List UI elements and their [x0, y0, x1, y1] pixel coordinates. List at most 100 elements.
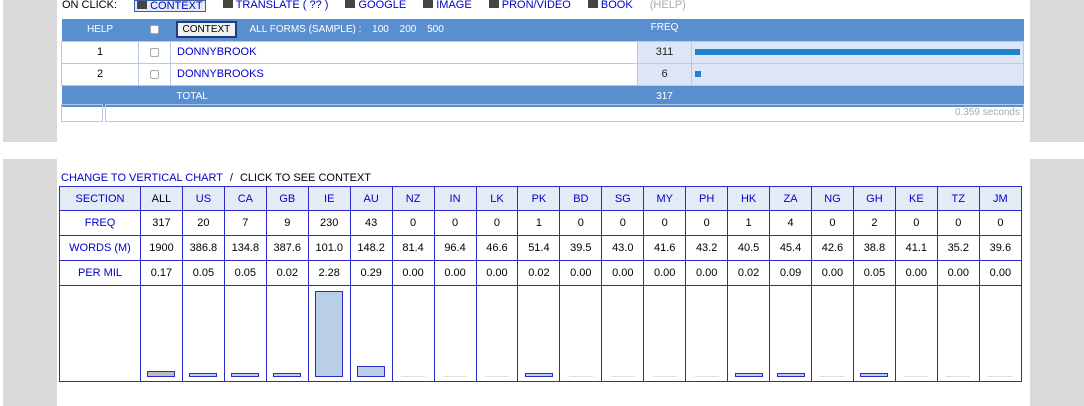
section-cell-nz[interactable]: NZ	[391, 186, 435, 211]
freq-cell-tz[interactable]: 0	[936, 210, 980, 236]
section-cell-pk[interactable]: PK	[517, 186, 561, 211]
help-header[interactable]: HELP	[61, 19, 139, 41]
word-link[interactable]: DONNYBROOKS	[170, 62, 638, 86]
select-all-checkbox[interactable]	[150, 25, 159, 35]
row-checkbox-cell[interactable]	[138, 62, 171, 86]
context-button[interactable]: CONTEXT	[175, 21, 238, 39]
bars-row-label	[59, 285, 141, 382]
freq-cell-all[interactable]: 317	[140, 210, 183, 236]
option-pron-video[interactable]: PRON/VIDEO	[488, 0, 571, 11]
freq-cell-my[interactable]: 0	[643, 210, 687, 236]
freq-cell-us[interactable]: 20	[181, 210, 225, 236]
section-cell-gh[interactable]: GH	[852, 186, 896, 211]
section-cell-ie[interactable]: IE	[307, 186, 351, 211]
freq-cell-lk[interactable]: 0	[475, 210, 519, 236]
freq-cell-bd[interactable]: 0	[559, 210, 603, 236]
row-checkbox-cell[interactable]	[138, 40, 171, 64]
bar-cell-ng[interactable]	[811, 285, 854, 382]
translate-icon	[222, 0, 233, 8]
freq-cell-gh[interactable]: 2	[852, 210, 896, 236]
bar-wrap	[351, 287, 392, 381]
right-gutter-top	[1030, 0, 1084, 142]
section-cell-lk[interactable]: LK	[475, 186, 519, 211]
bar-cell-ie[interactable]	[307, 285, 351, 382]
word-link[interactable]: DONNYBROOK	[170, 40, 638, 64]
freq-cell-ie[interactable]: 230	[307, 210, 351, 236]
section-cell-ca[interactable]: CA	[223, 186, 267, 211]
section-cell-ng[interactable]: NG	[811, 186, 854, 211]
section-cell-all[interactable]: ALL	[140, 186, 183, 211]
sample-100-link[interactable]: 100	[372, 24, 389, 35]
section-cell-in[interactable]: IN	[433, 186, 477, 211]
bar-cell-my[interactable]	[643, 285, 687, 382]
freq-cell-ke[interactable]: 0	[894, 210, 938, 236]
row-checkbox[interactable]	[150, 69, 159, 79]
option-translate[interactable]: TRANSLATE ( ?? )	[222, 0, 328, 11]
chart-bar-hk	[734, 373, 763, 377]
sample-200-link[interactable]: 200	[400, 24, 417, 35]
help-link[interactable]: (HELP)	[650, 0, 686, 11]
bar-cell-in[interactable]	[433, 285, 477, 382]
bar-cell-gh[interactable]	[852, 285, 896, 382]
bar-cell-ke[interactable]	[894, 285, 938, 382]
section-cell-za[interactable]: ZA	[769, 186, 812, 211]
freq-cell-ph[interactable]: 0	[685, 210, 729, 236]
option-image[interactable]: IMAGE	[423, 0, 472, 11]
bar-cell-au[interactable]	[349, 285, 393, 382]
chart-bar-pk	[524, 373, 553, 377]
freq-cell-in[interactable]: 0	[433, 210, 477, 236]
words-cell-gb: 387.6	[265, 235, 309, 261]
section-cell-bd[interactable]: BD	[559, 186, 603, 211]
section-cell-jm[interactable]: JM	[978, 186, 1023, 211]
bar-cell-za[interactable]	[769, 285, 812, 382]
freq-cell-sg[interactable]: 0	[601, 210, 645, 236]
section-cell-au[interactable]: AU	[349, 186, 393, 211]
section-cell-tz[interactable]: TZ	[936, 186, 980, 211]
section-cell-sg[interactable]: SG	[601, 186, 645, 211]
freq-cell-gb[interactable]: 9	[265, 210, 309, 236]
permil-cell-tz: 0.00	[936, 260, 980, 286]
section-cell-gb[interactable]: GB	[265, 186, 309, 211]
permil-cell-lk: 0.00	[475, 260, 519, 286]
bar-cell-pk[interactable]	[517, 285, 561, 382]
bar-cell-nz[interactable]	[391, 285, 435, 382]
select-all-cell[interactable]	[138, 19, 171, 41]
option-book[interactable]: BOOK	[587, 0, 633, 11]
permil-row: PER MIL 0.17 0.05 0.05 0.02 2.28 0.29 0.00 0.00…	[59, 260, 1023, 286]
freq-cell-pk[interactable]: 1	[517, 210, 561, 236]
freq-cell-ng[interactable]: 0	[811, 210, 854, 236]
chart-bar-tz	[946, 376, 971, 377]
bar-cell-gb[interactable]	[265, 285, 309, 382]
bar-cell-hk[interactable]	[727, 285, 771, 382]
bar-cell-all[interactable]	[140, 285, 183, 382]
freq-cell-za[interactable]: 4	[769, 210, 812, 236]
freq-cell-jm[interactable]: 0	[978, 210, 1023, 236]
bar-cell-ca[interactable]	[223, 285, 267, 382]
freq-cell-ca[interactable]: 7	[223, 210, 267, 236]
row-checkbox[interactable]	[150, 47, 159, 57]
bar-cell-us[interactable]	[181, 285, 225, 382]
section-cell-my[interactable]: MY	[643, 186, 687, 211]
bar-cell-bd[interactable]	[559, 285, 603, 382]
section-cell-ke[interactable]: KE	[894, 186, 938, 211]
bar-cell-jm[interactable]	[978, 285, 1023, 382]
section-cell-ph[interactable]: PH	[685, 186, 729, 211]
bar-cell-ph[interactable]	[685, 285, 729, 382]
bar-cell-tz[interactable]	[936, 285, 980, 382]
freq-cell-nz[interactable]: 0	[391, 210, 435, 236]
option-context[interactable]: CONTEXT	[134, 0, 206, 12]
freq-cell-hk[interactable]: 1	[727, 210, 771, 236]
freq-cell-au[interactable]: 43	[349, 210, 393, 236]
section-cell-hk[interactable]: HK	[727, 186, 771, 211]
vertical-chart-link[interactable]: CHANGE TO VERTICAL CHART	[61, 172, 223, 184]
words-cell-au: 148.2	[349, 235, 393, 261]
bar-cell-sg[interactable]	[601, 285, 645, 382]
bars-row	[59, 285, 1023, 382]
bar-wrap	[686, 287, 727, 381]
section-cell-us[interactable]: US	[181, 186, 225, 211]
option-google[interactable]: GOOGLE	[345, 0, 406, 11]
timing-left-box	[61, 104, 103, 122]
chart-bar-ph	[694, 376, 719, 377]
bar-cell-lk[interactable]	[475, 285, 519, 382]
sample-500-link[interactable]: 500	[427, 24, 444, 35]
